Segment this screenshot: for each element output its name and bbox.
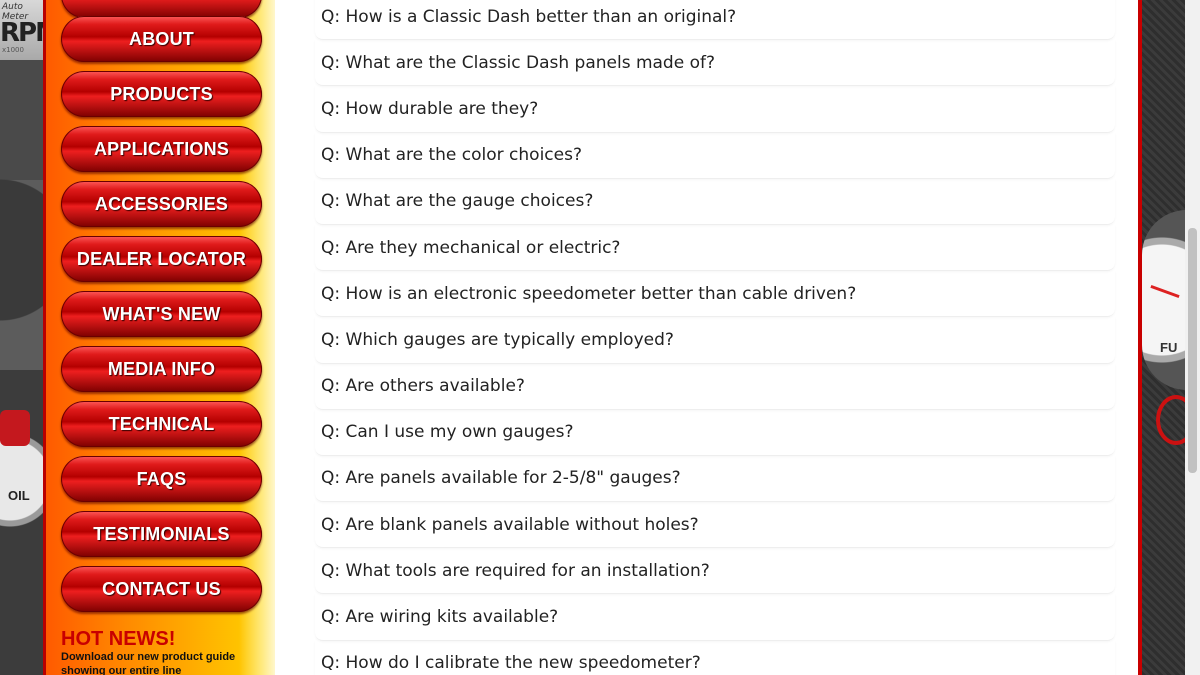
faq-question-link[interactable]: Q: Which gauges are typically employed? [315,317,1115,364]
nav-faqs-button[interactable]: FAQS [61,456,262,502]
left-logo-big-text: RPM [0,18,48,48]
faq-question-link[interactable]: Q: Are panels available for 2-5/8" gauge… [315,456,1115,503]
left-backdrop-image: Auto Meter RPM x1000 OIL [0,0,48,675]
nav-applications-button[interactable]: APPLICATIONS [61,126,262,172]
faq-question-link[interactable]: Q: What are the Classic Dash panels made… [315,40,1115,87]
scrollbar[interactable] [1185,0,1200,675]
nav-media-info-button[interactable]: MEDIA INFO [61,346,262,392]
left-logo-sub-text: x1000 [2,46,24,54]
left-gauge-label: OIL [8,488,30,503]
faq-question-link[interactable]: Q: Are blank panels available without ho… [315,502,1115,549]
left-gauge-logo [0,410,30,446]
faq-question-link[interactable]: Q: Are others available? [315,364,1115,410]
scrollbar-thumb[interactable] [1188,228,1197,473]
right-logo [1156,395,1185,445]
right-gauge-label: FU [1160,340,1178,355]
sidebar: ABOUT PRODUCTS APPLICATIONS ACCESSORIES DEAL… [43,0,275,675]
faq-list: Q: How is a Classic Dash better than an … [315,0,1115,675]
nav-contact-us-button[interactable]: CONTACT US [61,566,262,612]
nav-whats-new-button[interactable]: WHAT'S NEW [61,291,262,337]
faq-question-link[interactable]: Q: Are wiring kits available? [315,594,1115,641]
nav-about-button[interactable]: ABOUT [61,16,262,62]
nav-testimonials-button[interactable]: TESTIMONIALS [61,511,262,557]
nav-accessories-button[interactable]: ACCESSORIES [61,181,262,227]
faq-question-link[interactable]: Q: How is a Classic Dash better than an … [315,0,1115,41]
faq-question-link[interactable]: Q: Can I use my own gauges? [315,410,1115,456]
faq-question-link[interactable]: Q: Are they mechanical or electric? [315,225,1115,272]
right-backdrop-image: FU [1142,0,1185,675]
left-logo: Auto Meter RPM x1000 [0,0,48,60]
nav-technical-button[interactable]: TECHNICAL [61,401,262,447]
nav-dealer-locator-button[interactable]: DEALER LOCATOR [61,236,262,282]
main-content: Q: How is a Classic Dash better than an … [275,0,1140,675]
faq-question-link[interactable]: Q: How durable are they? [315,86,1115,133]
right-gauge [1142,210,1185,390]
nav-products-button[interactable]: PRODUCTS [61,71,262,117]
faq-question-link[interactable]: Q: What are the color choices? [315,133,1115,179]
hot-news-text[interactable]: Download our new product guide showing o… [61,650,271,675]
faq-question-link[interactable]: Q: What tools are required for an instal… [315,548,1115,595]
faq-question-link[interactable]: Q: What are the gauge choices? [315,179,1115,225]
faq-question-link[interactable]: Q: How is an electronic speedometer bett… [315,271,1115,318]
faq-question-link[interactable]: Q: How do I calibrate the new speedomete… [315,641,1115,675]
hot-news-title: HOT NEWS! [61,628,176,650]
